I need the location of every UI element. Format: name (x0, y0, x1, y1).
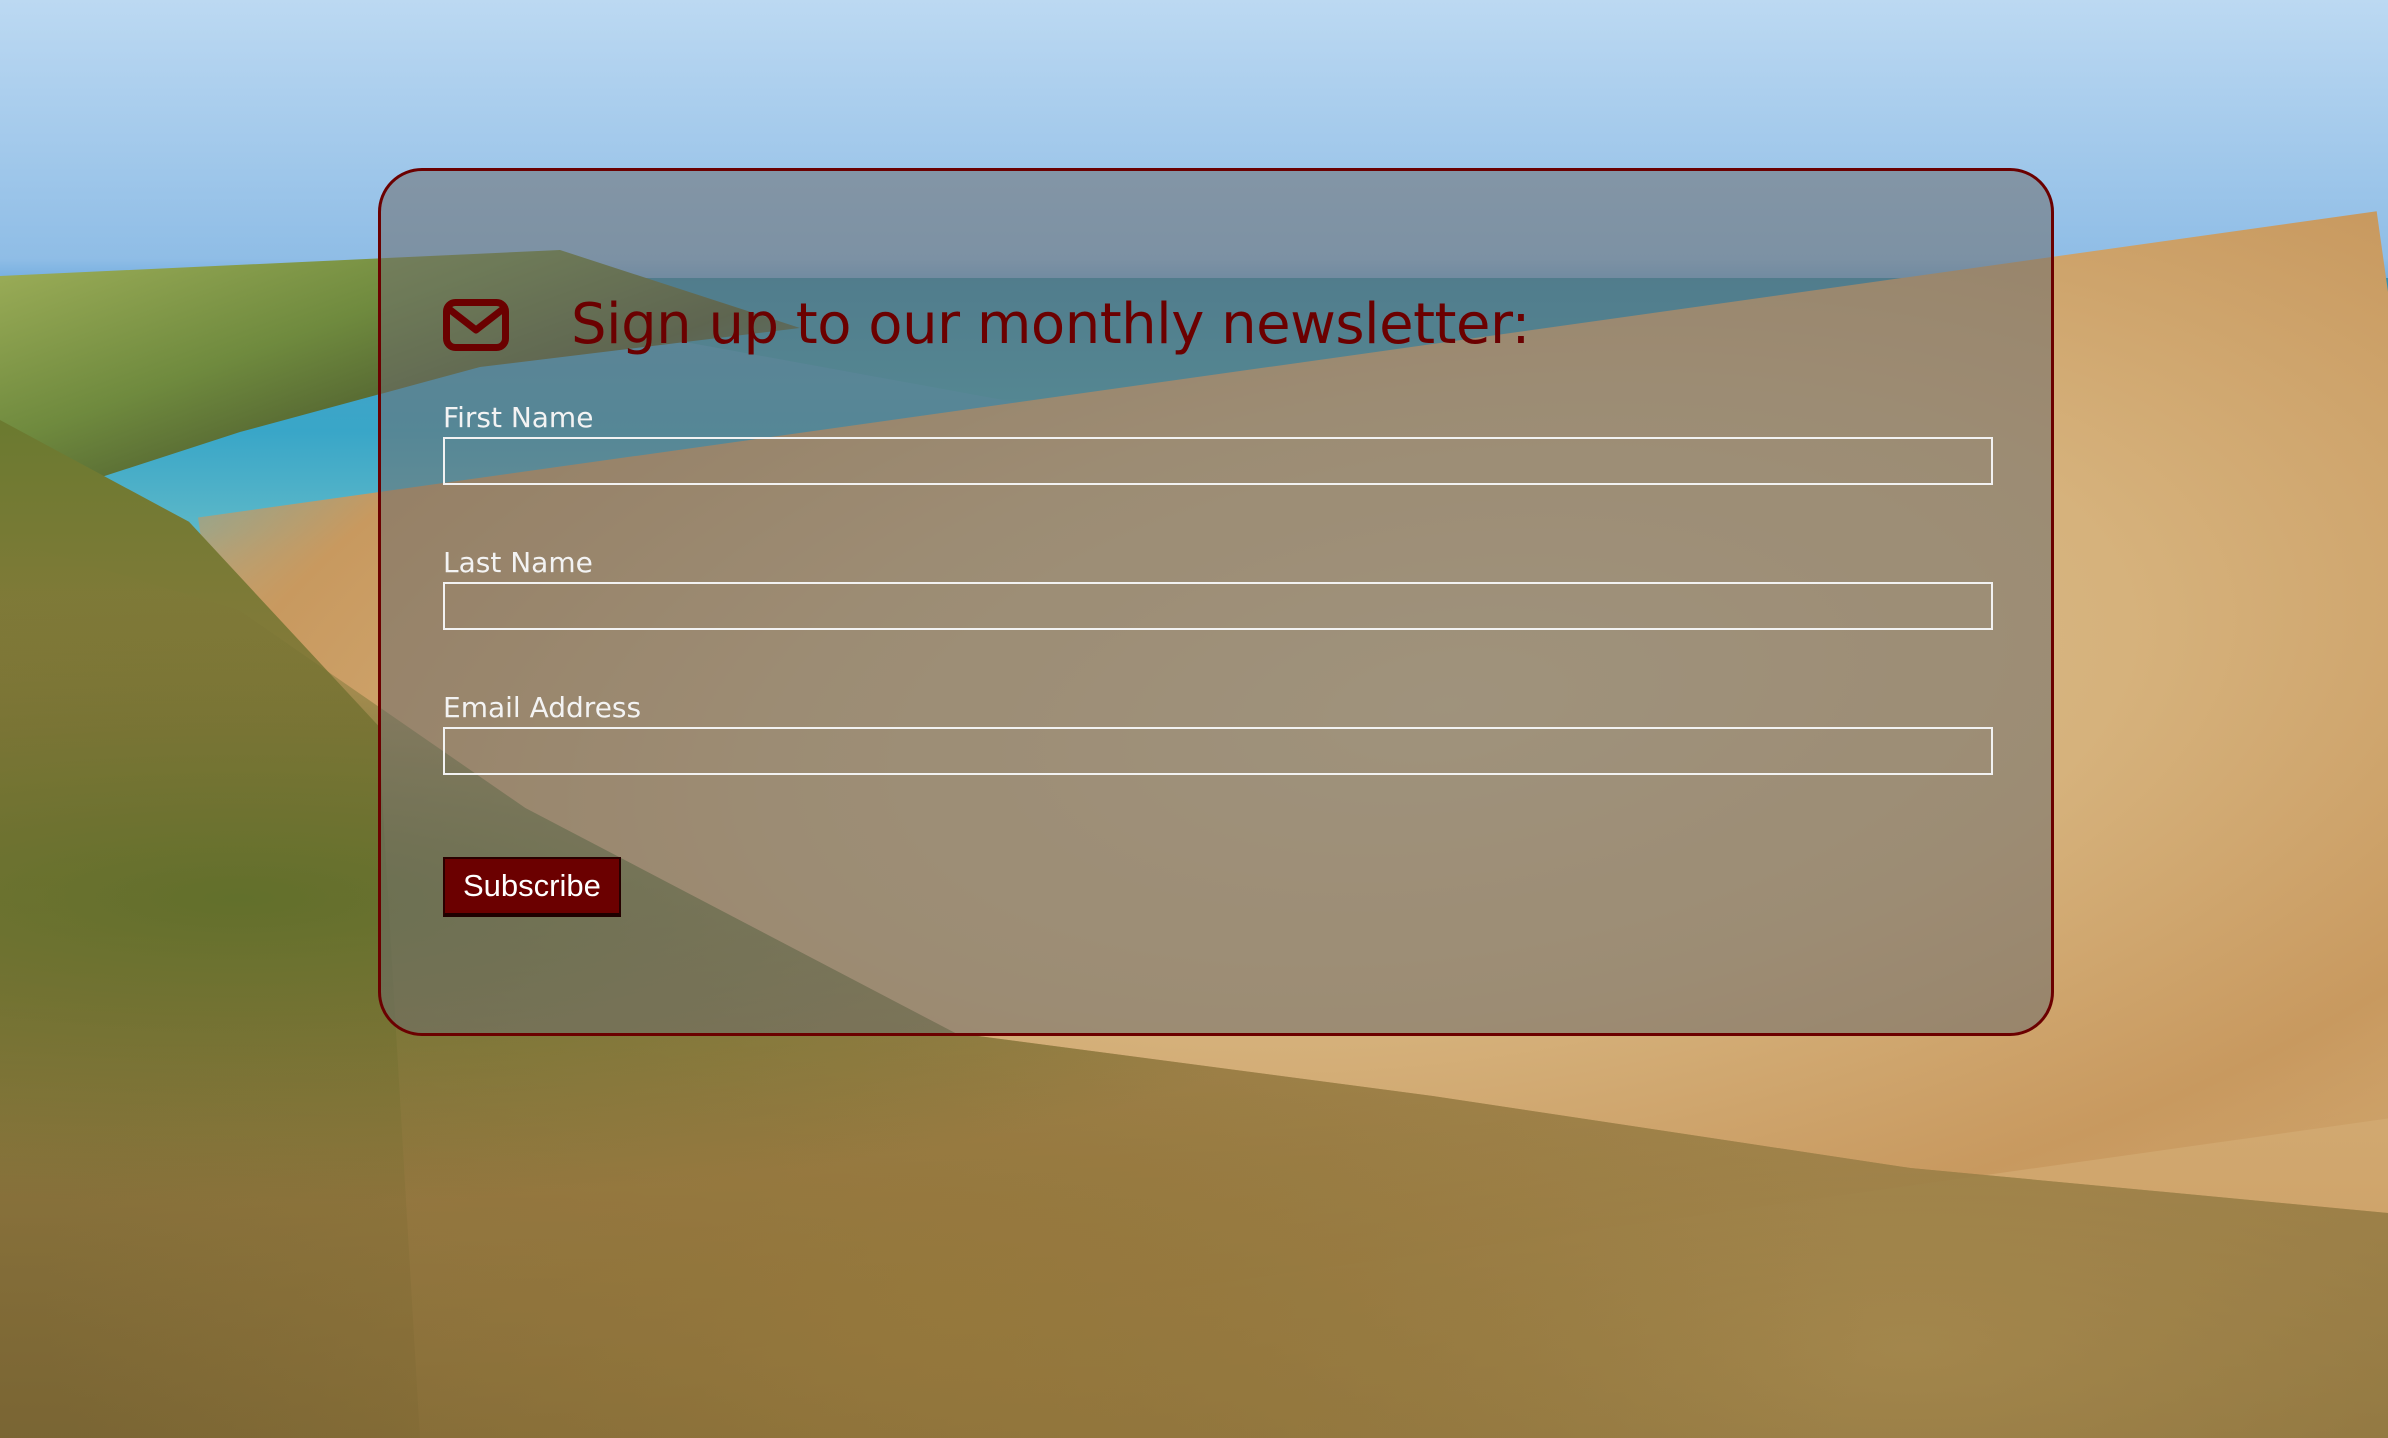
first-name-input[interactable] (443, 437, 1993, 485)
envelope-icon (443, 299, 509, 352)
email-address-label: Email Address (443, 691, 642, 724)
newsletter-signup-card: Sign up to our monthly newsletter: First… (378, 168, 2054, 1036)
last-name-label: Last Name (443, 546, 593, 579)
newsletter-header: Sign up to our monthly newsletter: (443, 251, 1530, 400)
first-name-label: First Name (443, 401, 594, 434)
subscribe-button[interactable]: Subscribe (443, 857, 621, 917)
last-name-input[interactable] (443, 582, 1993, 630)
email-address-input[interactable] (443, 727, 1993, 775)
newsletter-title: Sign up to our monthly newsletter: (571, 292, 1530, 358)
